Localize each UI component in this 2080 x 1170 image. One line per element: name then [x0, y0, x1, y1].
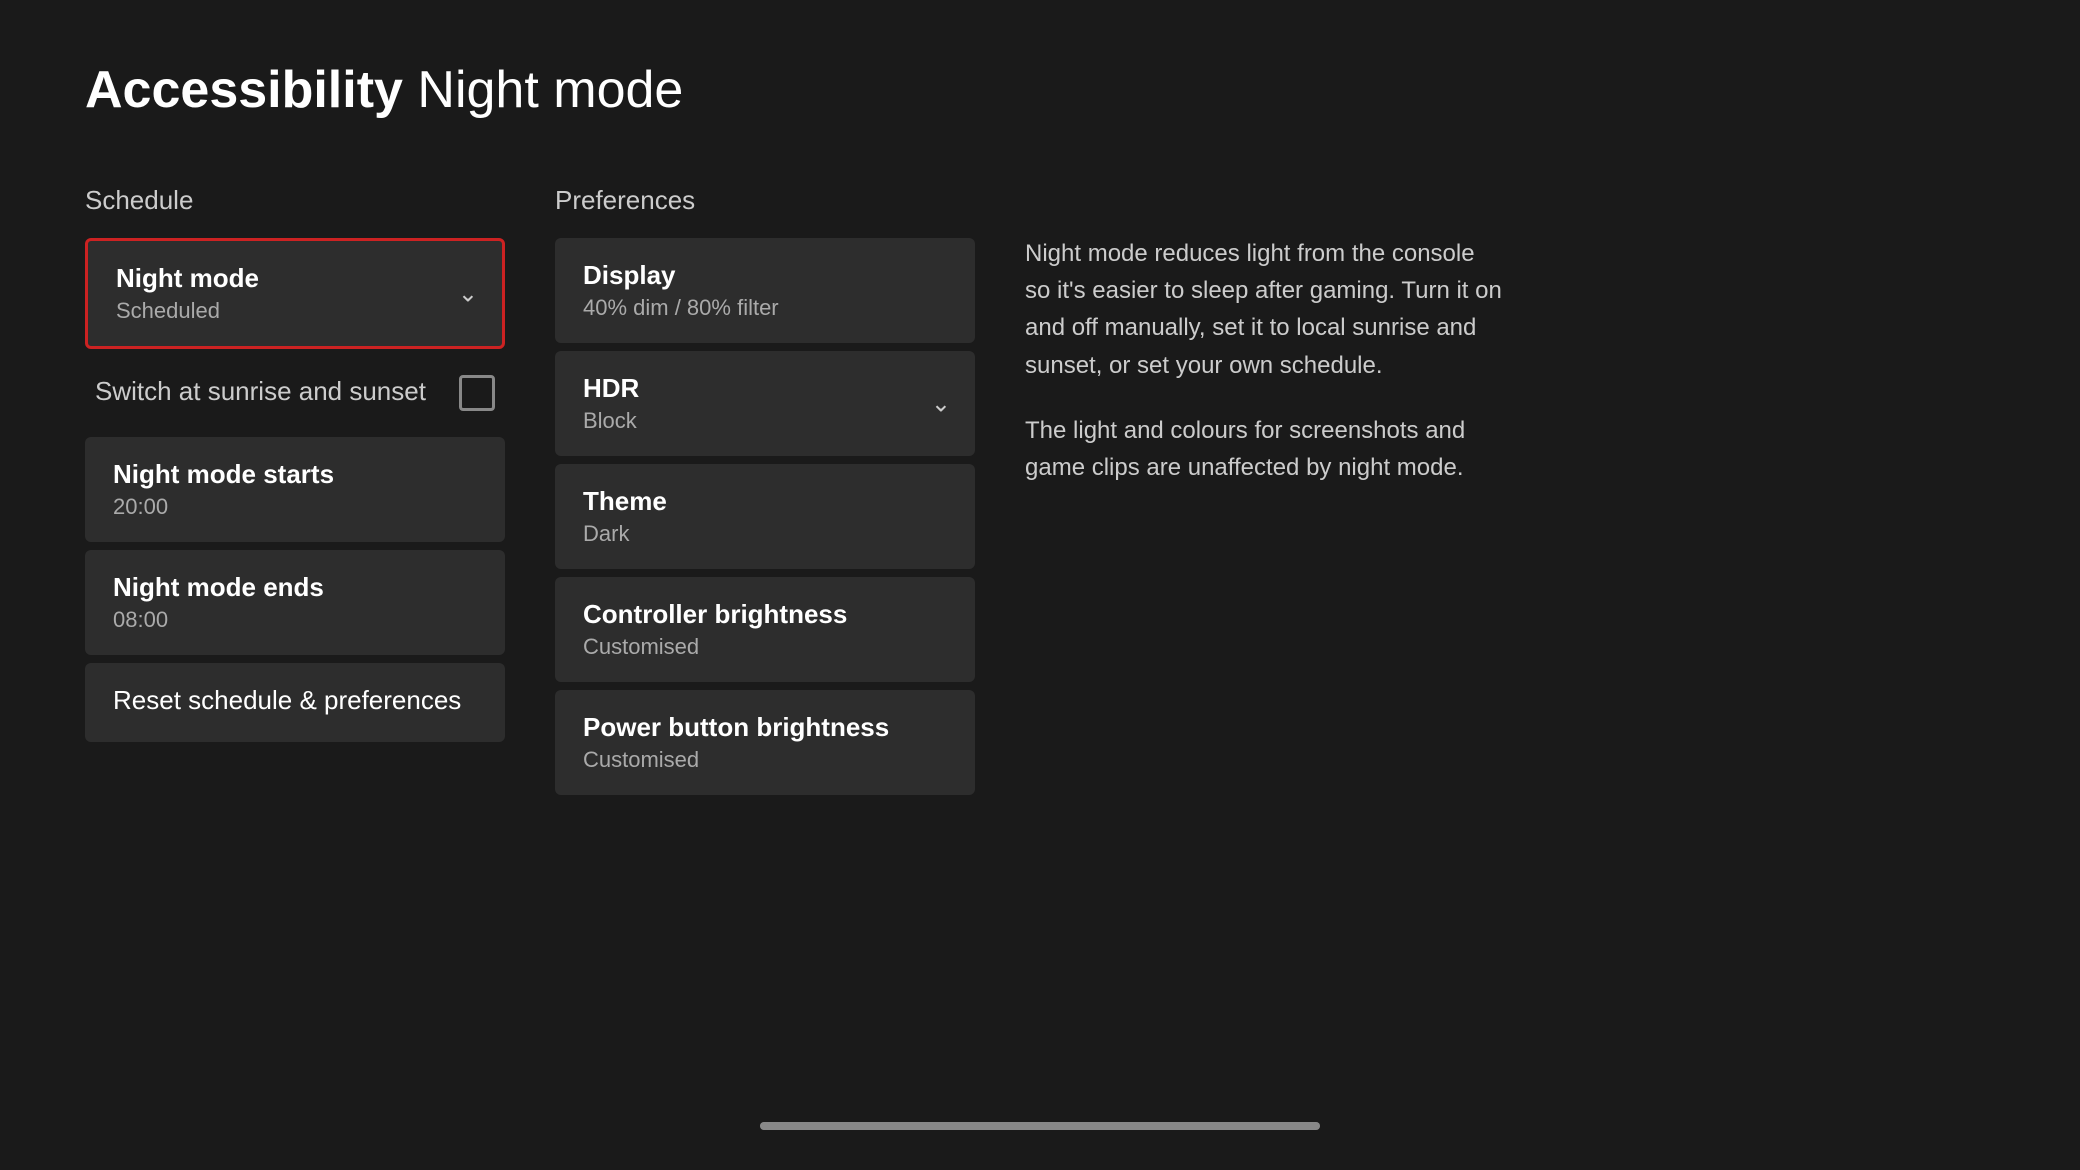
hdr-title: HDR: [583, 373, 947, 404]
theme-item[interactable]: Theme Dark: [555, 464, 975, 569]
theme-subtitle: Dark: [583, 521, 947, 547]
breadcrumb-bold: Accessibility: [85, 61, 403, 119]
info-text: Night mode reduces light from the consol…: [1025, 235, 1505, 486]
night-mode-subtitle: Scheduled: [116, 298, 474, 324]
scrollbar-thumb[interactable]: [760, 1122, 1320, 1130]
controller-brightness-subtitle: Customised: [583, 634, 947, 660]
reset-label: Reset schedule & preferences: [113, 685, 477, 716]
info-paragraph-1: Night mode reduces light from the consol…: [1025, 235, 1505, 384]
night-mode-starts-item[interactable]: Night mode starts 20:00: [85, 437, 505, 542]
info-paragraph-2: The light and colours for screenshots an…: [1025, 412, 1505, 486]
night-mode-item[interactable]: Night mode Scheduled ⌄: [85, 238, 505, 349]
controller-brightness-item[interactable]: Controller brightness Customised: [555, 577, 975, 682]
schedule-section-title: Schedule: [85, 185, 505, 216]
hdr-subtitle: Block: [583, 408, 947, 434]
sunrise-sunset-item[interactable]: Switch at sunrise and sunset: [85, 357, 505, 429]
night-mode-ends-title: Night mode ends: [113, 572, 477, 603]
power-button-brightness-subtitle: Customised: [583, 747, 947, 773]
hdr-chevron-icon: ⌄: [931, 389, 951, 418]
scrollbar-container: [760, 1122, 1320, 1130]
night-mode-starts-value: 20:00: [113, 494, 477, 520]
info-column: Night mode reduces light from the consol…: [1025, 185, 1505, 803]
power-button-brightness-item[interactable]: Power button brightness Customised: [555, 690, 975, 795]
night-mode-title: Night mode: [116, 263, 474, 294]
controller-brightness-title: Controller brightness: [583, 599, 947, 630]
schedule-column: Schedule Night mode Scheduled ⌄ Switch a…: [85, 185, 505, 803]
hdr-item[interactable]: HDR Block ⌄: [555, 351, 975, 456]
reset-item[interactable]: Reset schedule & preferences: [85, 663, 505, 742]
sunrise-sunset-label: Switch at sunrise and sunset: [95, 376, 426, 407]
night-mode-chevron-icon: ⌄: [458, 279, 478, 308]
preferences-column: Preferences Display 40% dim / 80% filter…: [555, 185, 975, 803]
display-item[interactable]: Display 40% dim / 80% filter: [555, 238, 975, 343]
content-area: Schedule Night mode Scheduled ⌄ Switch a…: [85, 185, 1935, 803]
sunrise-sunset-checkbox[interactable]: [459, 375, 495, 411]
display-subtitle: 40% dim / 80% filter: [583, 295, 947, 321]
theme-title: Theme: [583, 486, 947, 517]
night-mode-ends-item[interactable]: Night mode ends 08:00: [85, 550, 505, 655]
power-button-brightness-title: Power button brightness: [583, 712, 947, 743]
page-header: Accessibility Night mode: [85, 60, 683, 120]
night-mode-starts-title: Night mode starts: [113, 459, 477, 490]
night-mode-ends-value: 08:00: [113, 607, 477, 633]
preferences-section-title: Preferences: [555, 185, 975, 216]
breadcrumb-page: Night mode: [417, 61, 683, 119]
display-title: Display: [583, 260, 947, 291]
